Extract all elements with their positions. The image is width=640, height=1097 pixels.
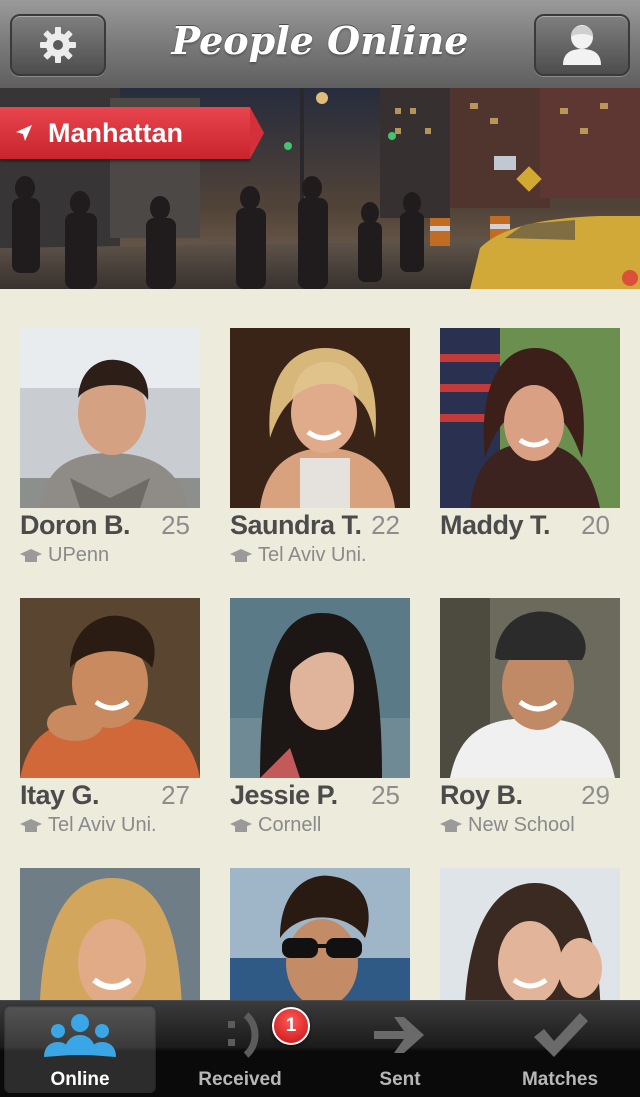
tab-received[interactable]: Received 1 — [164, 1005, 316, 1093]
profile-photo[interactable] — [230, 598, 410, 778]
profile-photo[interactable] — [20, 868, 200, 1001]
wink-icon — [228, 1012, 259, 1058]
people-icon — [44, 1014, 116, 1057]
person-name: Maddy T. — [440, 510, 551, 540]
people-grid: Doron B. 25 UPenn Saundra T. 22 Tel Aviv… — [0, 289, 640, 1001]
person-card[interactable]: Saundra T. 22 Tel Aviv Uni. — [230, 328, 410, 567]
location-arrow-icon — [16, 125, 32, 141]
tab-bar: Online Received 1 Sent Matches — [0, 1000, 640, 1097]
person-card[interactable] — [20, 868, 200, 1001]
person-card[interactable] — [230, 868, 410, 1001]
profile-photo[interactable] — [440, 598, 620, 778]
tab-label: Sent — [379, 1069, 421, 1090]
location-hero-image: Manhattan — [0, 88, 640, 289]
person-card[interactable]: Roy B. 29 New School — [440, 598, 620, 837]
notification-badge: 1 — [272, 1007, 310, 1045]
arrow-right-icon — [374, 1017, 424, 1053]
location-banner[interactable]: Manhattan — [0, 107, 264, 159]
person-name: Roy B. — [440, 780, 523, 810]
tab-label: Online — [50, 1069, 110, 1090]
person-name: Itay G. — [20, 780, 100, 810]
person-photo-9 — [440, 868, 620, 1001]
person-card[interactable]: Doron B. 25 UPenn — [20, 328, 200, 567]
person-photo-8 — [230, 868, 410, 1001]
person-age: 27 — [161, 780, 190, 810]
profile-photo[interactable] — [20, 598, 200, 778]
person-age: 25 — [371, 780, 400, 810]
person-photo-7 — [20, 868, 200, 1001]
person-card[interactable]: Itay G. 27 Tel Aviv Uni. — [20, 598, 200, 837]
person-card[interactable]: Jessie P. 25 Cornell — [230, 598, 410, 837]
person-name: Saundra T. — [230, 510, 362, 540]
tab-label: Matches — [521, 1069, 599, 1090]
profile-photo[interactable] — [20, 328, 200, 508]
person-age: 25 — [161, 510, 190, 540]
graduation-cap-icon — [230, 818, 252, 832]
graduation-cap-icon — [20, 818, 42, 832]
person-photo-roy — [440, 598, 620, 778]
tab-matches[interactable]: Matches — [484, 1005, 636, 1093]
profile-photo[interactable] — [230, 868, 410, 1001]
person-photo-itay — [20, 598, 200, 778]
person-age: 29 — [581, 780, 610, 810]
profile-photo[interactable] — [230, 328, 410, 508]
person-name: Doron B. — [20, 510, 131, 540]
person-age: 22 — [371, 510, 400, 540]
person-school: UPenn — [48, 544, 110, 566]
tab-online[interactable]: Online — [4, 1005, 156, 1093]
graduation-cap-icon — [230, 548, 252, 562]
person-school: Cornell — [258, 814, 322, 836]
profile-photo[interactable] — [440, 868, 620, 1001]
tab-sent[interactable]: Sent — [324, 1005, 476, 1093]
graduation-cap-icon — [20, 548, 42, 562]
person-photo-jessie — [230, 598, 410, 778]
person-school: Tel Aviv Uni. — [48, 814, 157, 836]
person-photo-doron — [20, 328, 200, 508]
graduation-cap-icon — [440, 818, 462, 832]
tab-label: Received — [198, 1069, 282, 1090]
person-photo-saundra — [230, 328, 410, 508]
profile-button[interactable] — [534, 14, 630, 76]
person-age: 20 — [581, 510, 610, 540]
person-card[interactable]: Maddy T. 20 — [440, 328, 620, 544]
profile-icon — [563, 25, 601, 65]
profile-photo[interactable] — [440, 328, 620, 508]
location-label: Manhattan — [48, 117, 183, 148]
person-school: New School — [468, 814, 575, 836]
navigation-bar: People Online — [0, 0, 640, 89]
person-school: Tel Aviv Uni. — [258, 544, 367, 566]
checkmark-icon — [534, 1013, 588, 1057]
person-card[interactable] — [440, 868, 620, 1001]
person-name: Jessie P. — [230, 780, 338, 810]
person-photo-maddy — [440, 328, 620, 508]
